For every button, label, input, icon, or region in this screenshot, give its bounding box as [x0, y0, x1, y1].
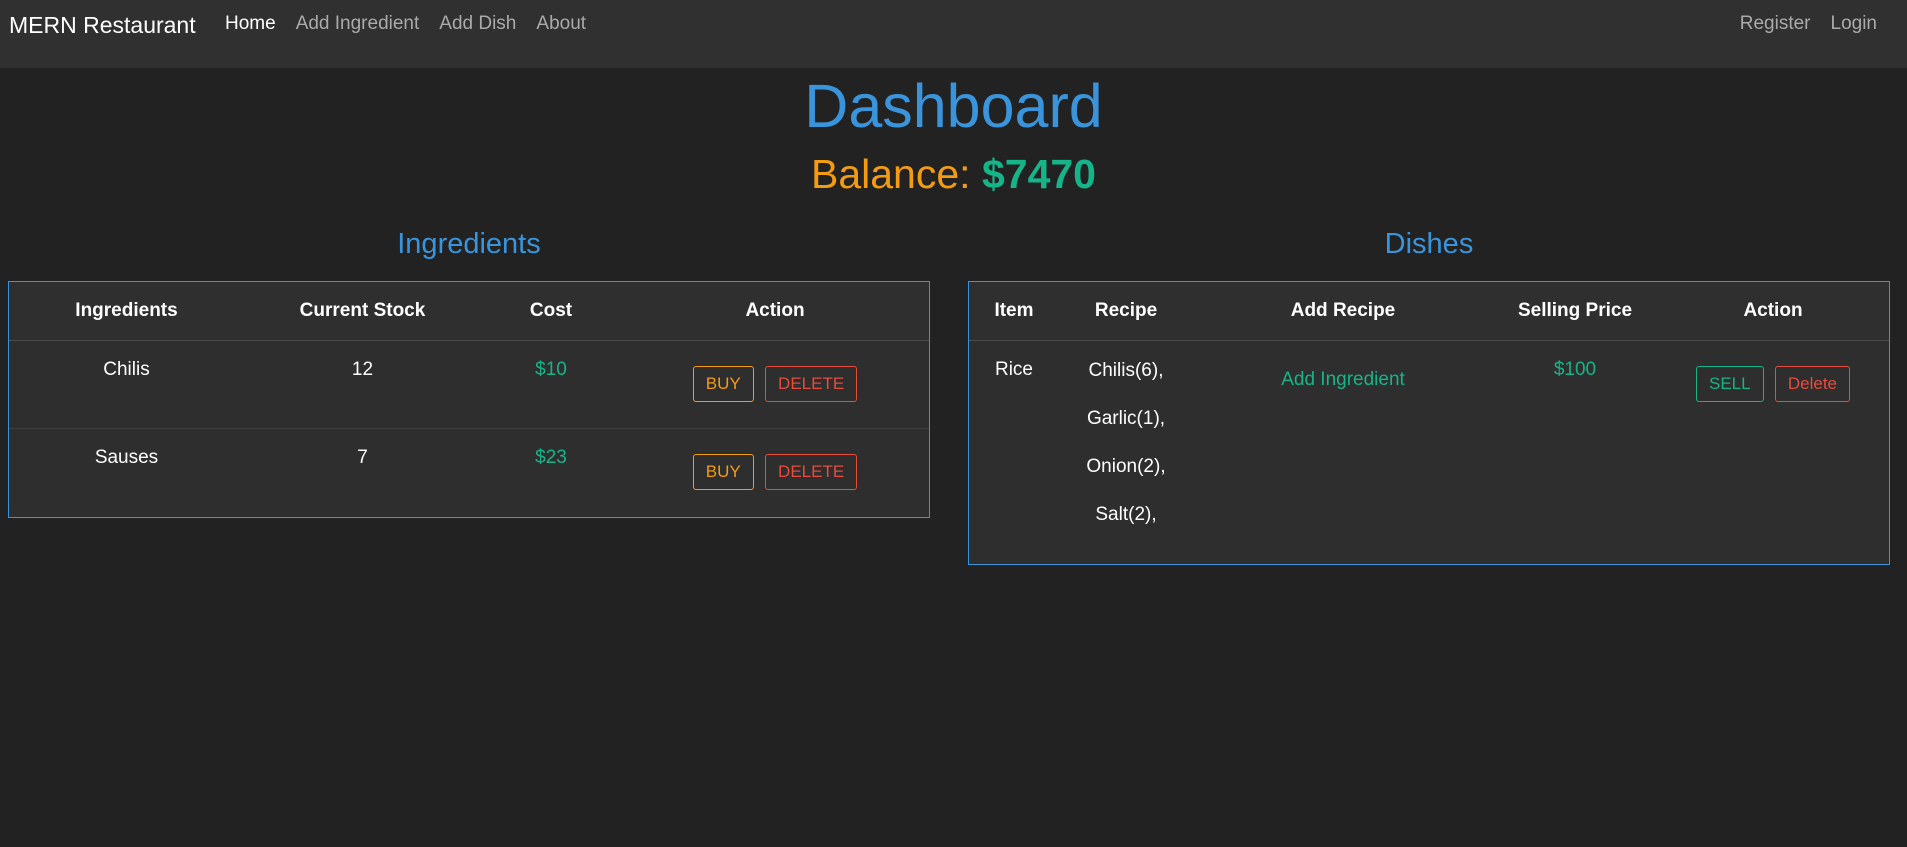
dish-recipe: Chilis(6), Garlic(1), Onion(2), Salt(2),: [1059, 340, 1193, 551]
ingredient-actions: BUY DELETE: [621, 427, 929, 516]
col-current-stock: Current Stock: [244, 282, 481, 341]
col-recipe: Recipe: [1059, 282, 1193, 341]
nav-about[interactable]: About: [526, 12, 596, 36]
ingredient-stock: 7: [244, 427, 481, 516]
nav-login[interactable]: Login: [1821, 12, 1888, 36]
balance-value: $7470: [981, 151, 1096, 197]
table-row: Chilis 12 $10 BUY DELETE: [9, 340, 929, 428]
recipe-entry: Salt(2),: [1095, 503, 1157, 525]
balance-label: Balance:: [811, 151, 971, 197]
ingredient-stock: 12: [351, 358, 374, 380]
nav-right: Register Login: [1730, 12, 1887, 36]
buy-button[interactable]: BUY: [692, 365, 754, 402]
navbar: MERN Restaurant Home Add Ingredient Add …: [0, 0, 1907, 68]
col-selling-price: Selling Price: [1493, 282, 1657, 341]
nav-register[interactable]: Register: [1730, 12, 1821, 36]
delete-button[interactable]: Delete: [1774, 365, 1850, 402]
col-cost: Cost: [481, 282, 621, 341]
recipe-entry: Chilis(6),: [1088, 359, 1164, 381]
add-ingredient-link[interactable]: Add Ingredient: [1281, 369, 1405, 391]
recipe-entry: Garlic(1),: [1086, 407, 1166, 429]
dish-price: $100: [1553, 358, 1597, 380]
col-item: Item: [969, 282, 1059, 341]
col-ingredients: Ingredients: [9, 282, 244, 341]
ingredient-name: Chilis: [103, 358, 150, 380]
dish-add-recipe: Add Ingredient: [1193, 340, 1493, 551]
dish-actions: SELL Delete: [1657, 340, 1889, 551]
brand-link[interactable]: MERN Restaurant: [9, 10, 196, 40]
page-title: Dashboard: [804, 72, 1103, 140]
ingredients-title: Ingredients: [397, 228, 541, 260]
ingredients-header-row: Ingredients Current Stock Cost Action: [9, 282, 929, 341]
sell-button[interactable]: SELL: [1695, 365, 1764, 402]
ingredient-cost: $10: [535, 358, 567, 380]
nav-add-ingredient[interactable]: Add Ingredient: [286, 12, 430, 36]
table-row: Sauses 7 $23 BUY DELETE: [9, 427, 929, 516]
dishes-title: Dishes: [1384, 228, 1474, 260]
dishes-header-row: Item Recipe Add Recipe Selling Price Act…: [969, 282, 1889, 341]
ingredients-table: Ingredients Current Stock Cost Action Ch…: [8, 281, 930, 518]
col-action: Action: [1657, 282, 1889, 341]
balance: Balance: $7470: [0, 148, 1907, 200]
buy-button[interactable]: BUY: [692, 453, 754, 490]
ingredient-cost: $23: [481, 427, 621, 516]
delete-button[interactable]: DELETE: [765, 365, 858, 402]
ingredient-name: Sauses: [9, 427, 244, 516]
col-action: Action: [621, 282, 929, 341]
nav-home[interactable]: Home: [225, 12, 286, 36]
table-row: Rice Chilis(6), Garlic(1), Onion(2), Sal…: [969, 340, 1889, 551]
nav-add-dish[interactable]: Add Dish: [429, 12, 526, 36]
nav-left: Home Add Ingredient Add Dish About: [225, 12, 596, 36]
dishes-table: Item Recipe Add Recipe Selling Price Act…: [968, 281, 1890, 565]
ingredient-actions: BUY DELETE: [621, 340, 929, 428]
recipe-entry: Onion(2),: [1086, 455, 1166, 477]
delete-button[interactable]: DELETE: [765, 453, 858, 490]
col-add-recipe: Add Recipe: [1193, 282, 1493, 341]
dish-item: Rice: [994, 358, 1033, 380]
